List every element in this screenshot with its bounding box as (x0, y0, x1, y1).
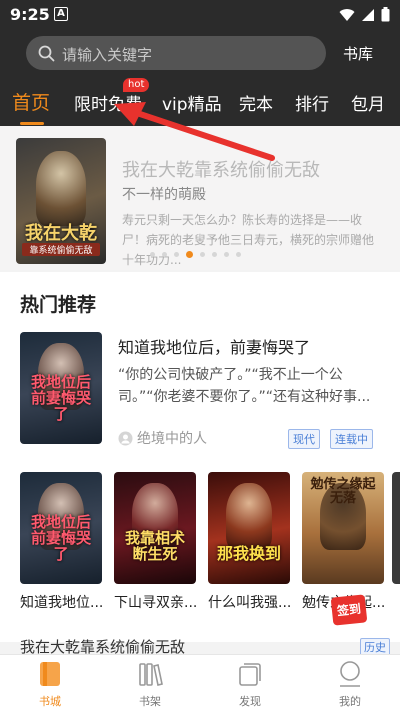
active-tab-indicator (20, 122, 44, 125)
tab-ranking[interactable]: 排行 (295, 90, 329, 115)
book-cover-title: 我靠相术断生死 (124, 529, 185, 563)
section-title: 热门推荐 (20, 294, 97, 316)
banner-book-cover[interactable]: 我在大乾 靠系统偷偷无敌 (16, 138, 106, 264)
nav-label: 书城 (39, 695, 61, 708)
author-name: 绝境中的人 (137, 431, 207, 447)
banner-cover-subtitle: 靠系统偷偷无敌 (22, 243, 100, 256)
featured-book-author: 绝境中的人 (118, 428, 207, 448)
hot-recommendations: 热门推荐 我地位后前妻悔哭了 知道我地位后，前妻悔哭了 “你的公司快破产了。”“… (0, 272, 400, 642)
genre-tag: 现代 (288, 429, 320, 449)
book-cover-title: 勉传之缘起无落 (310, 477, 376, 506)
profile-icon (340, 661, 360, 687)
nav-label: 书架 (139, 695, 161, 708)
tab-home[interactable]: 首页 (12, 88, 50, 115)
book-cover-title: 我地位后前妻悔哭了 (30, 513, 91, 563)
carousel-dot[interactable] (212, 252, 217, 257)
carousel-dot-active[interactable] (186, 251, 193, 258)
system-icons (339, 7, 390, 22)
search-icon (38, 45, 55, 62)
featured-book-description: “你的公司快破产了。”“我不止一个公司。”“你老婆不要你了。”“还有这种好事..… (118, 367, 371, 405)
book-cover[interactable]: 我靠相术断生死 (114, 472, 196, 584)
sign-in-badge[interactable]: 签到 (330, 594, 368, 626)
search-input[interactable]: 请输入关键字 (26, 36, 326, 70)
battery-icon (381, 7, 390, 22)
tab-vip[interactable]: vip精品 (162, 90, 222, 115)
featured-book-cover[interactable]: 我地位后前妻悔哭了 (20, 332, 102, 444)
library-link[interactable]: 书库 (343, 43, 373, 64)
book-cover-title: 那我换到 (216, 544, 281, 563)
nav-discover[interactable]: 发现 (220, 659, 280, 709)
tab-monthly[interactable]: 包月 (351, 90, 385, 115)
wifi-icon (339, 8, 355, 21)
top-header: 请输入关键字 书库 首页 限时免费 hot vip精品 完本 排行 包月 (0, 30, 400, 126)
book-cover[interactable]: 勉传之缘起无落 (302, 472, 384, 584)
nav-profile[interactable]: 我的 (320, 659, 380, 709)
continue-reading-bar[interactable]: 我在大乾靠系统偷偷无敌 历史 (0, 636, 400, 656)
featured-cover-title: 我地位后前妻悔哭了 (30, 373, 91, 423)
book-title: 什么叫我强... (208, 595, 290, 611)
carousel-dot[interactable] (174, 252, 179, 257)
book-title: 下山寻双亲... (114, 595, 196, 611)
carousel-dot[interactable] (224, 252, 229, 257)
carousel-dot[interactable] (236, 252, 241, 257)
book-card[interactable]: 勉传之缘起无落 勉传之缘起... (302, 472, 384, 612)
carousel-dot[interactable] (162, 252, 167, 257)
banner-title: 我在大乾靠系统偷偷无敌 (122, 160, 320, 181)
category-tabs: 首页 限时免费 hot vip精品 完本 排行 包月 (0, 78, 400, 126)
hot-badge: hot (123, 78, 150, 92)
nav-label: 我的 (339, 695, 361, 708)
signal-icon (362, 8, 374, 21)
nav-book-city[interactable]: 书城 (20, 659, 80, 709)
discover-icon (239, 663, 261, 686)
status-tag: 连载中 (330, 429, 373, 449)
book-title: 知道我地位... (20, 595, 102, 611)
carousel-dot[interactable] (150, 252, 155, 257)
next-book-cover-peek (392, 472, 400, 584)
featured-banner[interactable]: 我在大乾 靠系统偷偷无敌 我在大乾靠系统偷偷无敌 不一样的萌殿 寿元只剩一天怎么… (0, 126, 400, 270)
book-card[interactable]: 那我换到 什么叫我强... (208, 472, 290, 612)
tab-completed[interactable]: 完本 (239, 90, 273, 115)
banner-description: 寿元只剩一天怎么办？陈长寿的选择是——收尸！病死的老叟予他三日寿元，横死的宗师赠… (122, 213, 375, 267)
search-placeholder: 请输入关键字 (62, 46, 153, 64)
nav-bookshelf[interactable]: 书架 (120, 659, 180, 709)
clock: 9:25 (10, 5, 50, 24)
bottom-navigation: 书城 书架 发现 我的 (0, 654, 400, 710)
user-icon (118, 431, 133, 445)
carousel-dots (150, 251, 241, 258)
book-city-icon (40, 662, 60, 686)
book-card[interactable]: 我靠相术断生死 下山寻双亲... (114, 472, 196, 612)
featured-book-title[interactable]: 知道我地位后，前妻悔哭了 (118, 334, 310, 358)
book-card[interactable]: 我地位后前妻悔哭了 知道我地位... (20, 472, 102, 612)
carousel-dot[interactable] (200, 252, 205, 257)
banner-cover-title: 我在大乾 (25, 223, 97, 244)
banner-subtitle: 不一样的萌殿 (122, 187, 206, 203)
book-cover[interactable]: 我地位后前妻悔哭了 (20, 472, 102, 584)
tab-limited-free[interactable]: 限时免费 (74, 90, 142, 115)
nav-label: 发现 (239, 695, 261, 708)
notification-a-icon: A (54, 7, 68, 21)
book-cover[interactable]: 那我换到 (208, 472, 290, 584)
bookshelf-icon (139, 663, 163, 686)
status-bar: 9:25 A (0, 0, 400, 30)
